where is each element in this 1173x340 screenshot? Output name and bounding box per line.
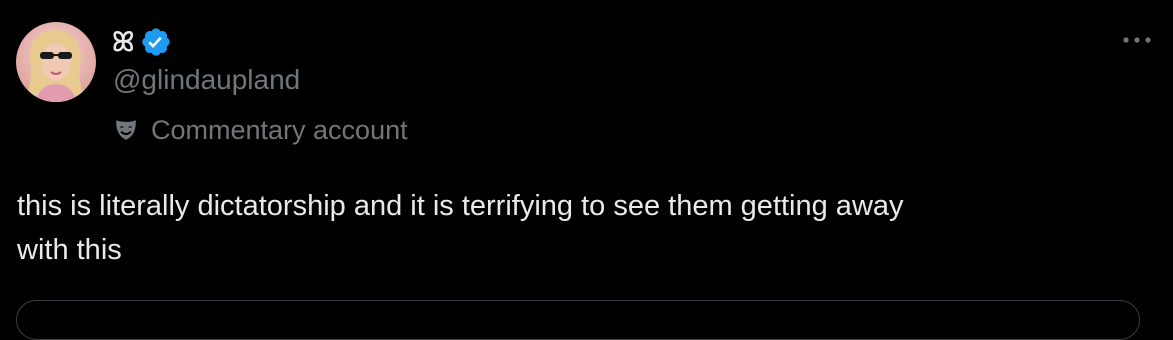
verified-badge-icon[interactable] [140,26,172,58]
avatar[interactable] [16,22,96,102]
more-options-button[interactable] [1117,24,1157,56]
quoted-card[interactable] [16,300,1140,340]
author-name-row: ꕤ [112,26,172,58]
mask-icon [113,117,139,143]
tweet-text: this is literally dictatorship and it is… [17,190,904,266]
display-name[interactable]: ꕤ [112,26,134,58]
tweet[interactable]: ꕤ @glindaupland Commentary account this [0,0,1173,340]
account-label-text: Commentary account [151,115,408,145]
avatar-image [16,22,96,102]
more-options-icon [1123,37,1151,43]
author-handle[interactable]: @glindaupland [113,62,300,98]
account-label[interactable]: Commentary account [113,112,408,148]
